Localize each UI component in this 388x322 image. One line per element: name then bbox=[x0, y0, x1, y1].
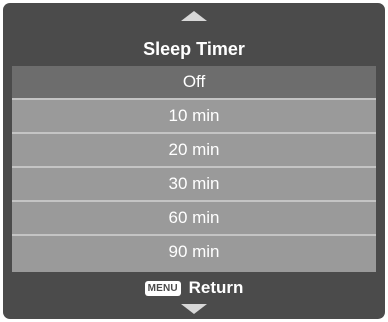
option-30-min[interactable]: 30 min bbox=[12, 168, 376, 200]
option-10-min[interactable]: 10 min bbox=[12, 100, 376, 132]
option-90-min[interactable]: 90 min bbox=[12, 236, 376, 268]
option-60-min[interactable]: 60 min bbox=[12, 202, 376, 234]
menu-title: Sleep Timer bbox=[143, 39, 245, 59]
scroll-down-arrow-icon[interactable] bbox=[181, 304, 207, 314]
sleep-timer-menu: Sleep Timer Off 10 min 20 min 30 min 60 … bbox=[3, 3, 385, 319]
sleep-timer-options: Off 10 min 20 min 30 min 60 min 90 min bbox=[12, 66, 376, 272]
menu-key-icon: MENU bbox=[144, 280, 181, 296]
option-off[interactable]: Off bbox=[12, 66, 376, 98]
return-label: Return bbox=[188, 278, 244, 297]
scroll-up-arrow-icon[interactable] bbox=[181, 11, 207, 21]
option-20-min[interactable]: 20 min bbox=[12, 134, 376, 166]
return-hint[interactable]: MENU Return bbox=[3, 276, 385, 300]
